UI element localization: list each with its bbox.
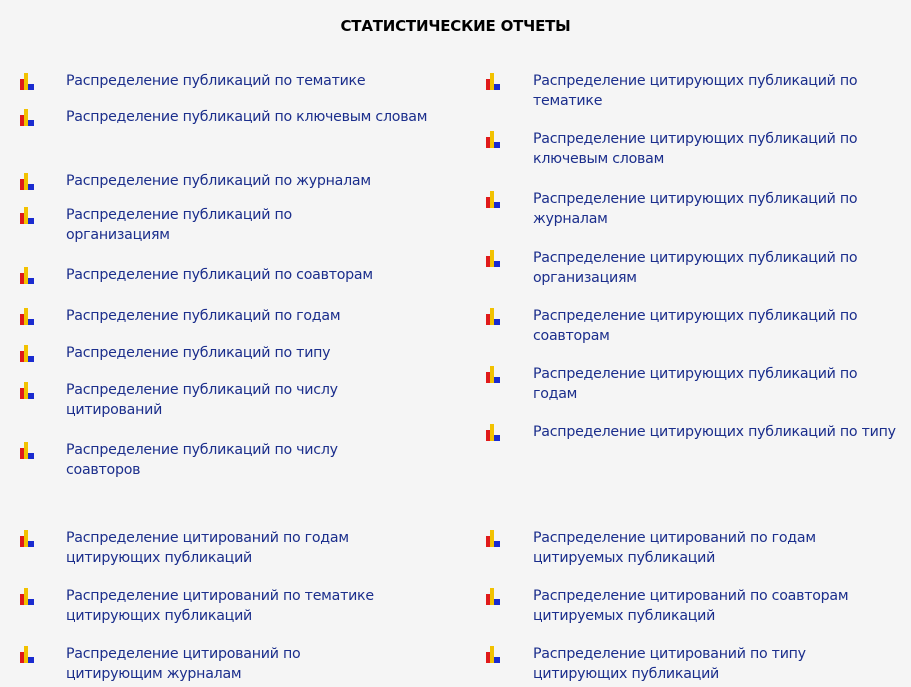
report-link-pubs-by-journals[interactable]: Распределение публикаций по журналам [20, 172, 446, 192]
bar-chart-icon [20, 646, 34, 663]
report-link-label[interactable]: Распределение цитирований по годам цитир… [66, 529, 426, 568]
report-link-label[interactable]: Распределение цитирующих публикаций по к… [533, 130, 903, 169]
report-link-pubs-by-coauthors[interactable]: Распределение публикаций по соавторам [20, 266, 446, 286]
report-link-label[interactable]: Распределение публикаций по числу цитиро… [66, 381, 406, 420]
bar-chart-icon [20, 530, 34, 547]
bar-chart-icon [20, 207, 34, 224]
report-link-citing-by-topic[interactable]: Распределение цитирующих публикаций по т… [486, 72, 903, 111]
report-link-label[interactable]: Распределение публикаций по журналам [66, 172, 446, 192]
bar-chart-icon [20, 382, 34, 399]
bar-chart-icon [20, 73, 34, 90]
report-link-label[interactable]: Распределение цитирующих публикаций по о… [533, 249, 903, 288]
report-link-label[interactable]: Распределение цитирующих публикаций по г… [533, 365, 903, 404]
report-link-label[interactable]: Распределение публикаций по годам [66, 307, 446, 327]
bar-chart-icon [486, 366, 500, 383]
report-link-pubs-by-topic[interactable]: Распределение публикаций по тематике [20, 72, 446, 92]
report-link-cits-by-coauthors-cited[interactable]: Распределение цитирований по соавторам ц… [486, 587, 911, 626]
report-link-citing-by-type[interactable]: Распределение цитирующих публикаций по т… [486, 423, 903, 443]
report-link-label[interactable]: Распределение цитирующих публикаций по ж… [533, 190, 903, 229]
bar-chart-icon [20, 442, 34, 459]
report-link-label[interactable]: Распределение цитирований по типу цитиру… [533, 645, 883, 684]
bar-chart-icon [486, 131, 500, 148]
report-link-pubs-by-type[interactable]: Распределение публикаций по типу [20, 344, 446, 364]
page-title: СТАТИСТИЧЕСКИЕ ОТЧЕТЫ [340, 17, 571, 35]
report-link-label[interactable]: Распределение публикаций по организациям [66, 206, 356, 245]
report-link-pubs-by-years[interactable]: Распределение публикаций по годам [20, 307, 446, 327]
report-link-pubs-by-organizations[interactable]: Распределение публикаций по организациям [20, 206, 356, 245]
report-link-label[interactable]: Распределение цитирующих публикаций по т… [533, 72, 903, 111]
report-link-cits-by-type-citing[interactable]: Распределение цитирований по типу цитиру… [486, 645, 883, 684]
report-link-label[interactable]: Распределение цитирований по цитирующим … [66, 645, 376, 684]
bar-chart-icon [20, 173, 34, 190]
report-link-cits-by-years-cited[interactable]: Распределение цитирований по годам цитир… [486, 529, 883, 568]
report-link-pubs-by-coauthors-count[interactable]: Распределение публикаций по числу соавто… [20, 441, 406, 480]
bar-chart-icon [20, 267, 34, 284]
report-link-pubs-by-citations-count[interactable]: Распределение публикаций по числу цитиро… [20, 381, 406, 420]
bar-chart-icon [486, 424, 500, 441]
report-link-label[interactable]: Распределение публикаций по типу [66, 344, 446, 364]
report-link-label[interactable]: Распределение цитирований по соавторам ц… [533, 587, 911, 626]
report-link-label[interactable]: Распределение цитирований по тематике ци… [66, 587, 446, 626]
report-link-label[interactable]: Распределение публикаций по тематике [66, 72, 446, 92]
bar-chart-icon [486, 250, 500, 267]
bar-chart-icon [20, 308, 34, 325]
report-link-pubs-by-keywords[interactable]: Распределение публикаций по ключевым сло… [20, 108, 446, 128]
report-link-citing-by-organizations[interactable]: Распределение цитирующих публикаций по о… [486, 249, 903, 288]
report-link-label[interactable]: Распределение цитирующих публикаций по с… [533, 307, 903, 346]
bar-chart-icon [486, 646, 500, 663]
bar-chart-icon [20, 109, 34, 126]
report-link-label[interactable]: Распределение цитирований по годам цитир… [533, 529, 883, 568]
bar-chart-icon [486, 308, 500, 325]
bar-chart-icon [486, 191, 500, 208]
report-link-cits-by-topic-citing[interactable]: Распределение цитирований по тематике ци… [20, 587, 446, 626]
report-link-citing-by-coauthors[interactable]: Распределение цитирующих публикаций по с… [486, 307, 903, 346]
bar-chart-icon [486, 588, 500, 605]
report-link-citing-by-journals[interactable]: Распределение цитирующих публикаций по ж… [486, 190, 903, 229]
report-link-label[interactable]: Распределение публикаций по соавторам [66, 266, 446, 286]
report-link-cits-by-years-citing[interactable]: Распределение цитирований по годам цитир… [20, 529, 426, 568]
bar-chart-icon [486, 73, 500, 90]
bar-chart-icon [20, 588, 34, 605]
report-link-label[interactable]: Распределение цитирующих публикаций по т… [533, 423, 903, 443]
report-link-label[interactable]: Распределение публикаций по числу соавто… [66, 441, 406, 480]
bar-chart-icon [486, 530, 500, 547]
report-link-cits-by-citing-journals[interactable]: Распределение цитирований по цитирующим … [20, 645, 376, 684]
bar-chart-icon [20, 345, 34, 362]
report-link-citing-by-years[interactable]: Распределение цитирующих публикаций по г… [486, 365, 903, 404]
report-link-citing-by-keywords[interactable]: Распределение цитирующих публикаций по к… [486, 130, 903, 169]
report-link-label[interactable]: Распределение публикаций по ключевым сло… [66, 108, 446, 128]
